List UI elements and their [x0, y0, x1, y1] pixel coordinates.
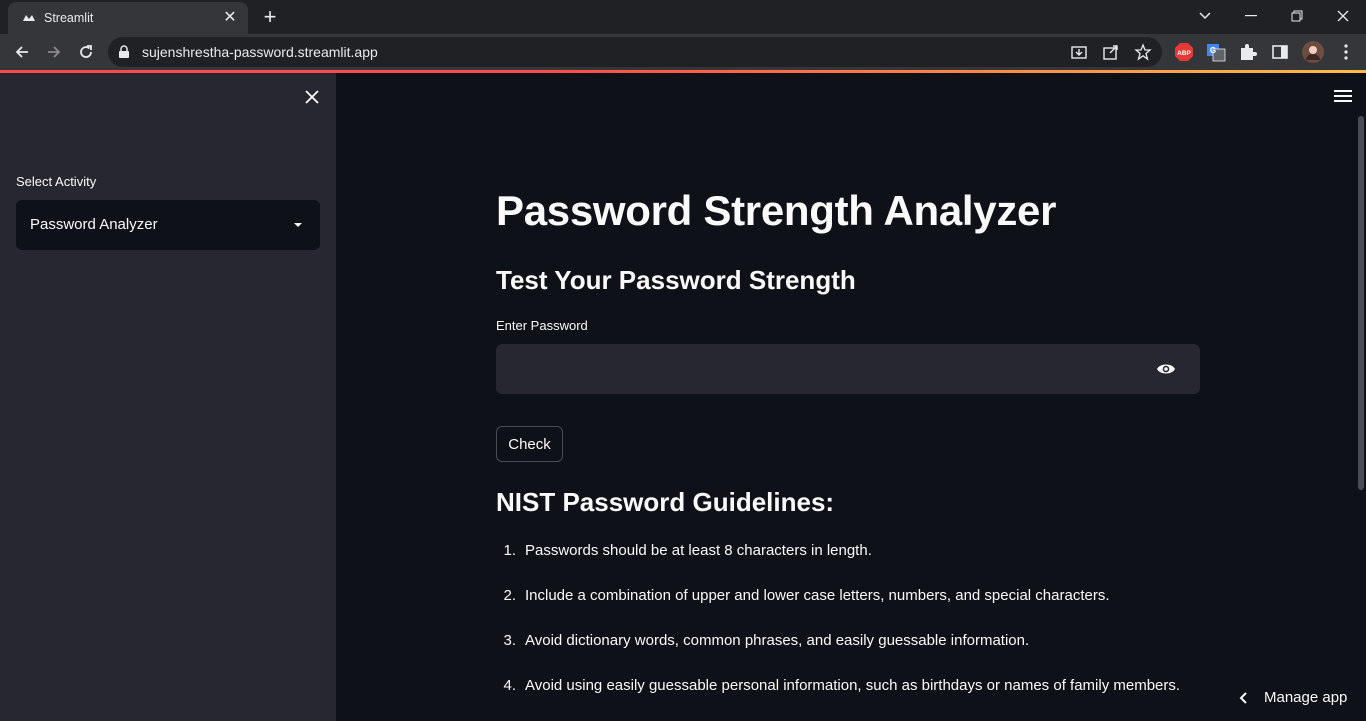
list-item: 3. Avoid dictionary words, common phrases… [496, 632, 1029, 649]
tab-title: Streamlit [44, 11, 94, 25]
new-tab-button[interactable]: + [258, 6, 282, 30]
manage-app-label: Manage app [1264, 689, 1348, 706]
page-title: Password Strength Analyzer [496, 187, 1057, 234]
forward-button[interactable] [40, 38, 68, 66]
abp-icon[interactable]: ABP [1174, 42, 1194, 62]
install-app-icon[interactable] [1070, 43, 1088, 61]
chevron-down-icon [294, 223, 302, 227]
close-window-button[interactable] [1320, 0, 1366, 32]
activity-select[interactable]: Password Analyzer [16, 200, 320, 250]
password-label: Enter Password [496, 318, 588, 333]
svg-text:ABP: ABP [1177, 50, 1191, 57]
share-icon[interactable] [1102, 43, 1120, 61]
show-password-eye-icon[interactable] [1156, 361, 1176, 377]
close-sidebar-icon[interactable] [302, 87, 322, 107]
browser-window: Streamlit ✕ + sujenshrestha-password.str… [0, 0, 1366, 721]
tab-search-icon[interactable] [1182, 0, 1228, 32]
list-item-number: 2. [503, 587, 516, 604]
svg-text:G: G [1210, 46, 1216, 55]
streamlit-logo-icon [23, 15, 35, 21]
translate-icon[interactable]: G [1206, 42, 1226, 62]
profile-avatar[interactable] [1302, 41, 1324, 63]
select-activity-label: Select Activity [16, 174, 97, 189]
bookmark-star-icon[interactable] [1134, 43, 1152, 61]
url-text: sujenshrestha-password.streamlit.app [142, 44, 378, 60]
guidelines-heading: NIST Password Guidelines: [496, 487, 835, 517]
list-item-text: Avoid dictionary words, common phrases, … [525, 632, 1030, 649]
list-item: 4. Avoid using easily guessable personal … [496, 677, 1180, 694]
lock-icon [119, 45, 129, 58]
list-item-text: Avoid using easily guessable personal in… [525, 677, 1181, 694]
list-item-number: 3. [503, 632, 516, 649]
scrollbar[interactable] [1358, 116, 1364, 490]
sidebar: Select Activity Password Analyzer [0, 73, 336, 721]
password-field[interactable] [496, 344, 1200, 394]
side-panel-icon[interactable] [1270, 42, 1290, 62]
browser-tab[interactable]: Streamlit ✕ [8, 2, 248, 34]
manage-app-button[interactable]: Manage app [1238, 689, 1347, 706]
reload-button[interactable] [72, 38, 100, 66]
password-input[interactable] [496, 344, 1136, 394]
browser-toolbar: sujenshrestha-password.streamlit.app ABP… [0, 34, 1366, 70]
list-item-number: 4. [503, 677, 516, 694]
list-item: 2. Include a combination of upper and low… [496, 587, 1110, 604]
minimize-button[interactable] [1228, 0, 1274, 32]
list-item-text: Include a combination of upper and lower… [525, 587, 1110, 604]
extensions-puzzle-icon[interactable] [1238, 42, 1258, 62]
address-bar[interactable]: sujenshrestha-password.streamlit.app [108, 37, 1162, 67]
back-button[interactable] [8, 38, 36, 66]
tab-strip: Streamlit ✕ + [0, 0, 1366, 34]
chrome-menu-icon[interactable] [1336, 42, 1356, 62]
list-item: 1. Passwords should be at least 8 charact… [496, 542, 872, 559]
activity-select-value: Password Analyzer [30, 216, 158, 233]
check-button[interactable]: Check [496, 426, 563, 462]
list-item-number: 1. [503, 542, 516, 559]
restore-button[interactable] [1274, 0, 1320, 32]
page-subtitle: Test Your Password Strength [496, 265, 856, 295]
chevron-left-icon [1239, 691, 1247, 704]
main-content: Password Strength Analyzer Test Your Pas… [336, 73, 1366, 721]
list-item-text: Passwords should be at least 8 character… [525, 542, 872, 559]
close-tab-icon[interactable]: ✕ [222, 10, 238, 26]
hamburger-menu-icon[interactable] [1334, 90, 1352, 104]
